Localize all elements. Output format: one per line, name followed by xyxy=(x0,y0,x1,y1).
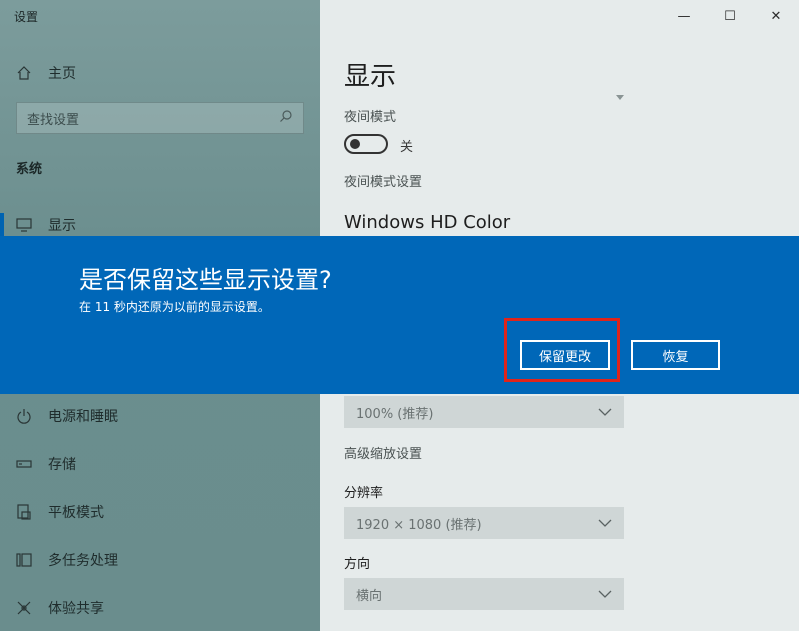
sidebar-item-label: 体验共享 xyxy=(48,601,104,617)
sidebar-item-label: 主页 xyxy=(48,66,76,82)
dialog-message: 在 11 秒内还原为以前的显示设置。 xyxy=(79,300,270,314)
multitask-icon xyxy=(0,552,48,568)
storage-icon xyxy=(0,459,48,469)
revert-button[interactable]: 恢复 xyxy=(631,340,720,370)
chevron-down-icon xyxy=(598,516,612,531)
window-controls: — ☐ ✕ xyxy=(661,0,799,32)
hd-color-heading: Windows HD Color xyxy=(344,212,511,233)
search-input[interactable]: 查找设置 xyxy=(16,102,304,134)
sidebar-item-tablet-mode[interactable]: 平板模式 xyxy=(0,492,320,532)
window-title: 设置 xyxy=(14,10,39,24)
night-mode-state: 关 xyxy=(400,140,414,155)
dialog-title: 是否保留这些显示设置? xyxy=(79,266,332,294)
power-icon xyxy=(0,408,48,424)
sidebar-item-multitasking[interactable]: 多任务处理 xyxy=(0,540,320,580)
orientation-value: 横向 xyxy=(356,588,383,604)
orientation-dropdown[interactable]: 横向 xyxy=(344,578,624,610)
maximize-button[interactable]: ☐ xyxy=(707,0,753,32)
night-mode-label: 夜间模式 xyxy=(344,110,397,125)
sidebar-item-power[interactable]: 电源和睡眠 xyxy=(0,396,320,436)
sidebar-item-label: 显示 xyxy=(48,218,76,234)
search-icon xyxy=(279,109,293,127)
active-marker xyxy=(0,213,4,237)
resolution-dropdown[interactable]: 1920 × 1080 (推荐) xyxy=(344,507,624,539)
home-icon xyxy=(0,65,48,81)
sidebar-item-shared-experiences[interactable]: 体验共享 xyxy=(0,588,320,628)
chevron-down-icon xyxy=(598,405,612,420)
keep-settings-dialog: 是否保留这些显示设置? 在 11 秒内还原为以前的显示设置。 保留更改 恢复 xyxy=(0,236,799,394)
night-mode-settings-link[interactable]: 夜间模式设置 xyxy=(344,171,422,190)
scale-dropdown[interactable]: 100% (推荐) xyxy=(344,396,624,428)
sidebar-item-storage[interactable]: 存储 xyxy=(0,444,320,484)
resolution-label: 分辨率 xyxy=(344,486,384,501)
share-icon xyxy=(0,600,48,616)
keep-changes-button[interactable]: 保留更改 xyxy=(520,340,610,370)
orientation-label: 方向 xyxy=(344,557,371,572)
sidebar-item-label: 存储 xyxy=(48,457,76,473)
minimize-button[interactable]: — xyxy=(661,0,707,32)
tablet-icon xyxy=(0,504,48,520)
monitor-icon xyxy=(0,218,48,232)
section-label: 系统 xyxy=(16,162,43,177)
sidebar-item-label: 平板模式 xyxy=(48,505,104,521)
search-placeholder: 查找设置 xyxy=(27,112,80,128)
scroll-caret-icon xyxy=(616,95,624,100)
chevron-down-icon xyxy=(598,587,612,602)
advanced-scaling-link[interactable]: 高级缩放设置 xyxy=(344,443,422,462)
night-mode-toggle[interactable] xyxy=(344,134,388,154)
sidebar-item-label: 电源和睡眠 xyxy=(48,409,118,425)
scale-value: 100% (推荐) xyxy=(356,406,434,422)
page-title: 显示 xyxy=(344,62,397,92)
sidebar-item-label: 多任务处理 xyxy=(48,553,118,569)
sidebar-item-home[interactable]: 主页 xyxy=(0,53,320,93)
close-button[interactable]: ✕ xyxy=(753,0,799,32)
resolution-value: 1920 × 1080 (推荐) xyxy=(356,517,482,533)
